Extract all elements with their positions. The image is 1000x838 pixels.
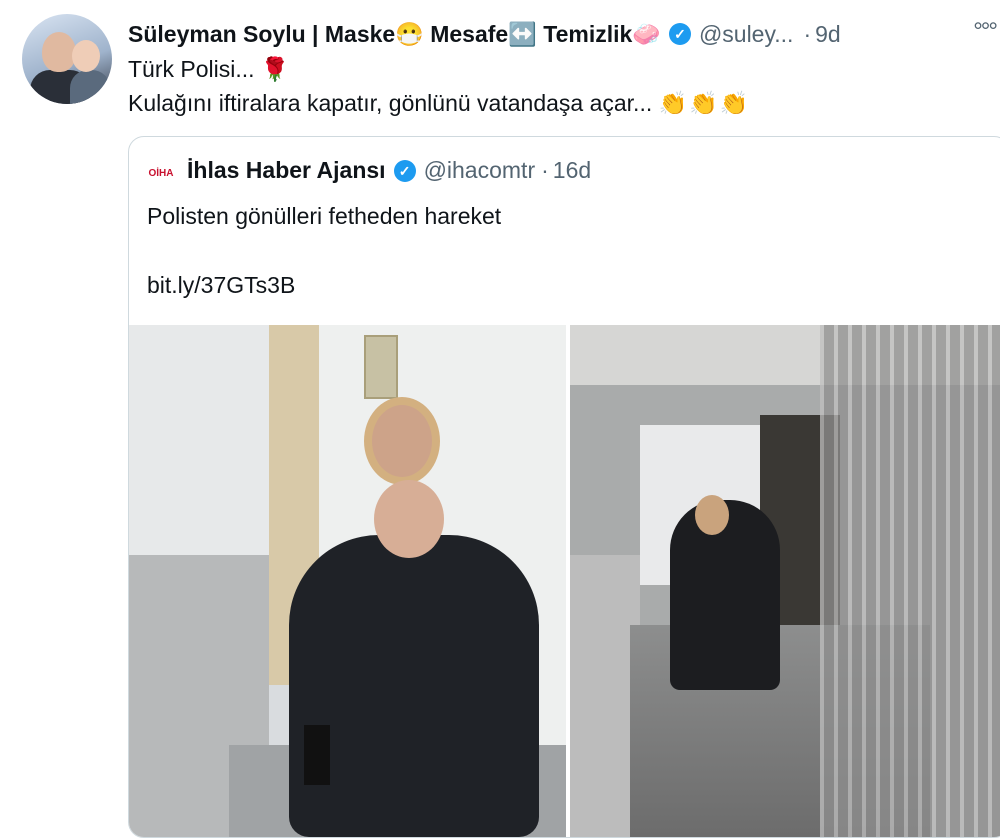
- quoted-author-handle[interactable]: @ihacomtr: [424, 157, 536, 184]
- separator-dot: ·: [803, 20, 812, 47]
- media-photo-1[interactable]: [129, 325, 566, 837]
- photo-gas-meter: [364, 335, 398, 399]
- iha-logo: OİHA: [145, 163, 177, 185]
- author-avatar[interactable]: [22, 14, 112, 104]
- quoted-tweet-header: İhlas Haber Ajansı ✓ @ihacomtr · 16d: [187, 157, 591, 184]
- rose-emoji: 🌹: [260, 56, 290, 82]
- quoted-tweet-link[interactable]: bit.ly/37GTs3B: [147, 272, 295, 299]
- quoted-tweet-timestamp[interactable]: 16d: [553, 157, 591, 184]
- tweet-timestamp[interactable]: 9d: [815, 21, 841, 48]
- photo-officer-leg: [304, 725, 330, 785]
- quoted-author-name[interactable]: İhlas Haber Ajansı: [187, 157, 386, 184]
- more-icon[interactable]: °°°: [973, 18, 998, 46]
- tweet-text: Kulağını iftiralara kapatır, gönlünü vat…: [128, 90, 659, 116]
- avatar-face-child: [72, 40, 100, 72]
- photo-officer-face: [374, 480, 444, 558]
- author-name[interactable]: Süleyman Soylu | Maske😷 Mesafe↔️ Temizli…: [128, 21, 661, 48]
- photo-railing: [820, 325, 1000, 837]
- photo-figures: [289, 535, 539, 837]
- verified-badge-icon: ✓: [393, 159, 416, 182]
- photo-woman-face: [364, 397, 440, 485]
- avatar-face-adult: [42, 32, 76, 72]
- quoted-tweet-text: Polisten gönülleri fetheden hareket: [147, 203, 502, 229]
- tweet-header: Süleyman Soylu | Maske😷 Mesafe↔️ Temizli…: [128, 18, 1000, 50]
- author-handle[interactable]: @suley...: [699, 21, 794, 48]
- photo-figures: [670, 500, 780, 690]
- quoted-tweet[interactable]: OİHA İhlas Haber Ajansı ✓ @ihacomtr · 16…: [128, 136, 1000, 838]
- verified-badge-icon: ✓: [668, 23, 691, 45]
- tweet-text-line-1: Türk Polisi... 🌹: [128, 56, 290, 83]
- photo-woman-face: [695, 495, 729, 535]
- clapping-hands-emoji: 👏👏👏: [658, 90, 751, 116]
- tweet-text-line-2: Kulağını iftiralara kapatır, gönlünü vat…: [128, 90, 751, 117]
- media-photo-2[interactable]: [570, 325, 1000, 837]
- tweet-text: Türk Polisi...: [128, 56, 261, 82]
- avatar-figure-child: [70, 70, 110, 104]
- separator-dot: ·: [541, 157, 549, 183]
